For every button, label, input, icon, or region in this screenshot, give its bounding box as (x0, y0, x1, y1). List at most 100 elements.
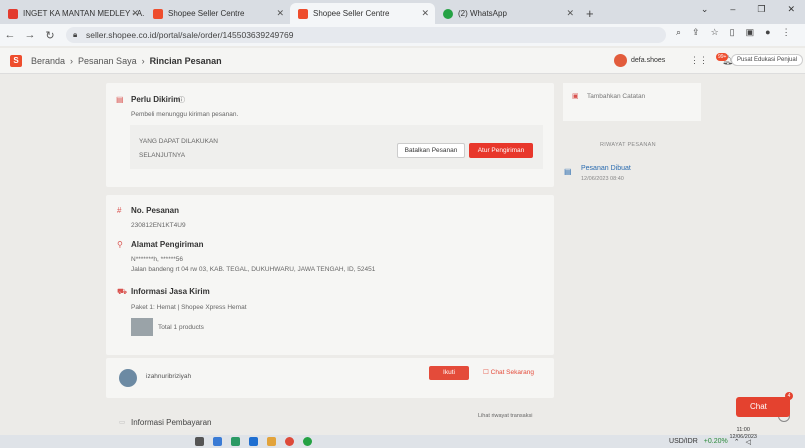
package-info: Paket 1: Hemat | Shopee Xpress Hemat (131, 304, 247, 311)
product-thumbnail[interactable] (131, 318, 153, 336)
breadcrumb-current: Rincian Pesanan (149, 55, 222, 66)
browser-toolbar: ⌕ ⇪ ☆ ▯ ▣ ● ⋮ (676, 27, 791, 38)
shopee-logo-icon[interactable]: S (10, 54, 22, 67)
breadcrumb-home[interactable]: Beranda (31, 56, 65, 66)
shopee-icon (298, 8, 308, 19)
buyer-avatar (119, 369, 137, 387)
window-controls: ⌄ – ❐ ✕ (691, 0, 805, 19)
tab-seller-centre-1[interactable]: Shopee Seller Centre ✕ (145, 3, 290, 24)
menu-icon[interactable]: ⋮ (782, 27, 791, 38)
tab-title: Shopee Seller Centre (168, 9, 245, 18)
order-number-value: 230812EN1KT4U9 (131, 222, 186, 229)
cancel-order-button[interactable]: Batalkan Pesanan (397, 143, 465, 158)
order-number-label: No. Pesanan (131, 206, 180, 215)
files-icon[interactable] (267, 437, 276, 446)
seller-header: S Beranda › Pesanan Saya › Rincian Pesan… (0, 48, 805, 74)
tab-title: (2) WhatsApp (458, 9, 507, 18)
edu-center-button[interactable]: Pusat Edukasi Penjual (731, 54, 804, 66)
store-icon[interactable] (249, 437, 258, 446)
receipt-icon: ▤ (116, 95, 124, 104)
minimize-icon[interactable]: – (730, 4, 735, 15)
tab-seller-centre-2[interactable]: Shopee Seller Centre ✕ (290, 3, 435, 24)
location-pin-icon: ⚲ (117, 240, 123, 249)
shop-account[interactable]: defa.shoes (614, 54, 665, 67)
widgets-icon[interactable] (195, 437, 204, 446)
payment-icon: ▭ (119, 419, 126, 426)
address-line: Jalan bandeng rt 04 rw 03, KAB. TEGAL, D… (131, 266, 376, 273)
chevron-right-icon: › (70, 55, 74, 66)
tab-title: INGET KA MANTAN MEDLEY - A... (23, 9, 145, 18)
chat-widget-label: Chat (750, 402, 767, 411)
avatar (614, 54, 627, 67)
next-actions-label: YANG DAPAT DILAKUKAN (139, 138, 218, 145)
payment-label: Informasi Pembayaran (131, 418, 212, 427)
shop-name: defa.shoes (631, 57, 666, 64)
next-actions-label-2: SELANJUTNYA (139, 152, 186, 159)
order-detail-content: ▤ Perlu Dikirim ⓘ Pembeli menunggu kirim… (0, 75, 805, 435)
app-icon[interactable] (231, 437, 240, 446)
new-tab-button[interactable]: + (586, 6, 594, 21)
maximize-icon[interactable]: ❐ (757, 4, 765, 15)
close-icon[interactable]: ✕ (566, 8, 574, 19)
apps-grid-icon[interactable]: ⋮⋮ (690, 55, 708, 66)
chevron-down-icon[interactable]: ⌄ (701, 4, 709, 15)
total-products: Total 1 products (158, 324, 204, 331)
back-icon[interactable]: ← (0, 29, 20, 41)
chat-icon: ☐ (483, 369, 489, 376)
shipping-label: Informasi Jasa Kirim (131, 287, 210, 296)
note-icon: ▣ (572, 93, 579, 100)
breadcrumb-orders[interactable]: Pesanan Saya (78, 56, 137, 66)
currency-label: USD/IDR (669, 438, 698, 445)
search-icon[interactable]: ⌕ (676, 27, 681, 38)
chat-now-label: Chat Sekarang (490, 369, 535, 376)
clock[interactable]: 11:00 12/06/2023 (729, 427, 757, 441)
follow-button[interactable]: Ikuti (429, 366, 469, 380)
explorer-icon[interactable] (213, 437, 222, 446)
note-card[interactable]: ▣ Tambahkan Catatan (563, 83, 701, 121)
forward-icon[interactable]: → (20, 29, 40, 41)
status-subtitle: Pembeli menunggu kiriman pesanan. (131, 111, 239, 118)
youtube-icon (8, 8, 18, 19)
currency-change: +0.20% (703, 438, 728, 445)
clock-time: 11:00 (736, 427, 750, 433)
buyer-name[interactable]: izahnuribriziyah (146, 373, 191, 380)
close-window-icon[interactable]: ✕ (787, 4, 795, 15)
url-input[interactable]: 🔒︎ seller.shopee.co.id/portal/sale/order… (66, 27, 666, 43)
status-title: Perlu Dikirim (131, 95, 181, 104)
history-doc-icon: ▤ (564, 167, 572, 176)
tab-whatsapp[interactable]: (2) WhatsApp ✕ (435, 3, 580, 24)
whatsapp-taskbar-icon[interactable] (303, 437, 312, 446)
chat-widget-button[interactable]: Chat (736, 397, 790, 417)
sidepanel-icon[interactable]: ▯ (730, 27, 735, 38)
chevron-right-icon: › (141, 55, 145, 66)
extensions-icon[interactable]: ▣ (746, 27, 755, 38)
chrome-icon[interactable] (285, 437, 294, 446)
address-bar: ← → ↻ 🔒︎ seller.shopee.co.id/portal/sale… (0, 24, 805, 46)
profile-icon[interactable]: ● (765, 27, 770, 38)
reload-icon[interactable]: ↻ (40, 29, 60, 42)
notification-badge: 99+ (716, 53, 729, 61)
add-note-link[interactable]: Tambahkan Catatan (587, 93, 645, 100)
share-icon[interactable]: ⇪ (692, 27, 700, 38)
help-icon[interactable]: ⓘ (178, 95, 185, 105)
star-icon[interactable]: ☆ (711, 27, 719, 38)
clock-date: 12/06/2023 (729, 434, 757, 440)
address-label: Alamat Pengiriman (131, 240, 204, 249)
tab-youtube[interactable]: INGET KA MANTAN MEDLEY - A... ✕ (0, 3, 145, 24)
history-event-date: 12/06/2023 08:40 (581, 176, 624, 182)
arrange-shipment-button[interactable]: Atur Pengiriman (469, 143, 533, 158)
close-icon[interactable]: ✕ (276, 8, 284, 19)
close-icon[interactable]: ✕ (131, 8, 139, 19)
whatsapp-icon (443, 8, 453, 19)
chat-badge: 4 (785, 392, 793, 400)
tab-title: Shopee Seller Centre (313, 9, 390, 18)
browser-tab-bar: INGET KA MANTAN MEDLEY - A... ✕ Shopee S… (0, 0, 805, 24)
shopee-icon (153, 8, 163, 19)
os-taskbar: USD/IDR +0.20% ⌃ ◁ (0, 435, 805, 448)
close-icon[interactable]: ✕ (421, 8, 429, 19)
order-info-card (106, 195, 554, 355)
transaction-history-link[interactable]: Lihat riwayat transaksi (478, 413, 532, 419)
history-title: RIWAYAT PESANAN (600, 142, 656, 148)
truck-icon: ⛟ (117, 287, 128, 296)
chat-now-link[interactable]: ☐ Chat Sekarang (483, 368, 534, 376)
